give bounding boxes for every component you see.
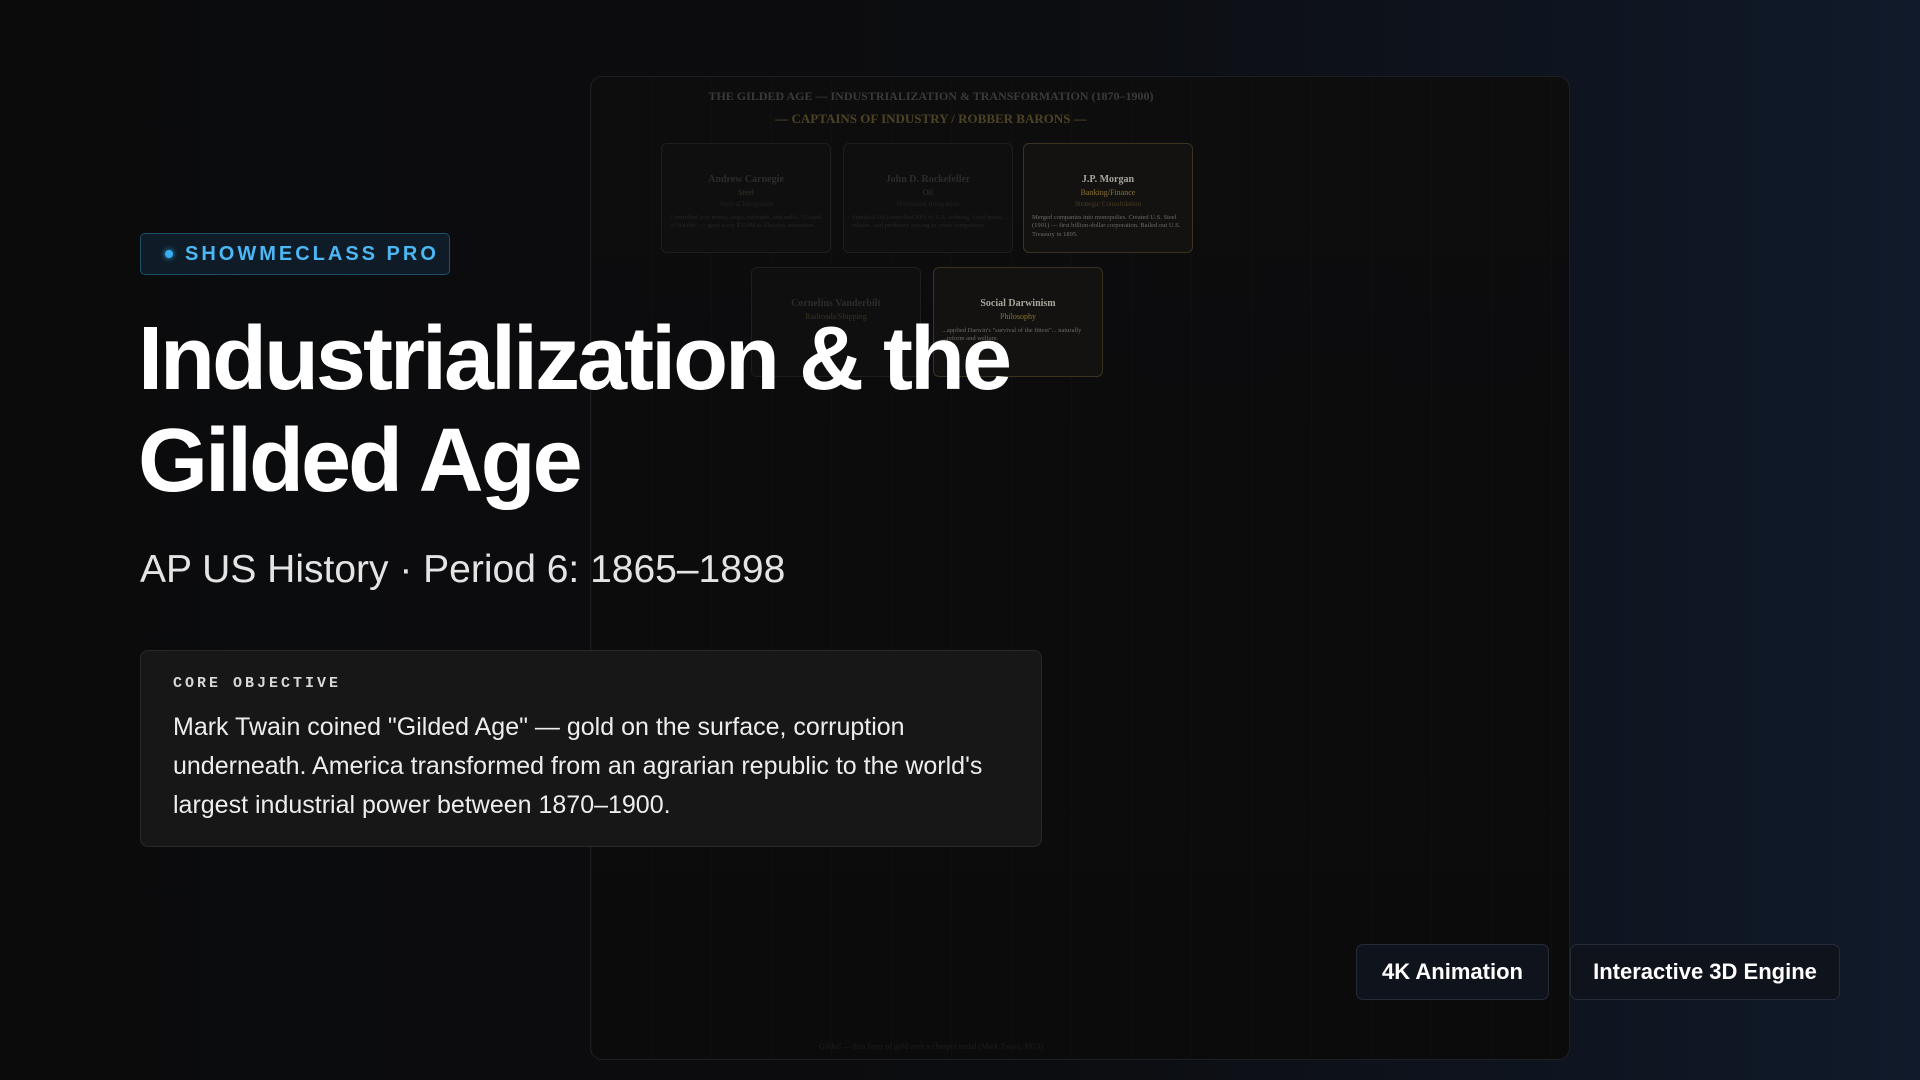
card-morgan: J.P. Morgan Banking/Finance Strategic Co…	[1023, 143, 1193, 253]
card-industry: Oil	[922, 188, 934, 197]
card-strategy: Horizontal Integration	[896, 200, 960, 208]
page-title: Industrialization & the Gilded Age	[138, 308, 1058, 512]
slide-subheading: — CAPTAINS OF INDUSTRY / ROBBER BARONS —	[775, 111, 1087, 126]
card-rockefeller: John D. Rockefeller Oil Horizontal Integ…	[843, 143, 1013, 253]
objective-label: CORE OBJECTIVE	[173, 675, 342, 692]
title-line-2: Gilded Age	[138, 411, 583, 511]
brand-badge-label: SHOWMECLASS PRO	[185, 242, 439, 265]
slide-heading: THE GILDED AGE — INDUSTRIALIZATION & TRA…	[708, 89, 1154, 103]
card-description: Standard Oil controlled 90% of U.S. refi…	[852, 214, 1003, 230]
slide-footer: Gilded — thin layer of gold over a cheap…	[819, 1042, 1043, 1051]
brand-badge: SHOWMECLASS PRO	[140, 233, 450, 275]
card-strategy: Vertical Integration	[718, 200, 774, 208]
card-industry: Banking/Finance	[1080, 188, 1136, 197]
card-name: John D. Rockefeller	[885, 174, 971, 185]
card-carnegie: Andrew Carnegie Steel Vertical Integrati…	[661, 143, 831, 253]
4k-animation-button[interactable]: 4K Animation	[1356, 944, 1549, 1000]
title-line-1: Industrialization & the	[138, 309, 1012, 409]
course-subtitle: AP US History · Period 6: 1865–1898	[140, 548, 786, 591]
core-objective-panel: CORE OBJECTIVE Mark Twain coined "Gilded…	[140, 650, 1042, 847]
card-strategy: Strategic Consolidation	[1075, 200, 1141, 208]
card-name: Andrew Carnegie	[708, 174, 784, 185]
card-description: Controlled iron mines, ships, railroads,…	[670, 214, 822, 230]
card-description: Merged companies into monopolies. Create…	[1032, 214, 1181, 238]
objective-text: Mark Twain coined "Gilded Age" — gold on…	[173, 713, 983, 819]
card-name: J.P. Morgan	[1081, 174, 1135, 185]
status-dot-icon	[165, 250, 173, 258]
interactive-3d-engine-button[interactable]: Interactive 3D Engine	[1570, 944, 1840, 1000]
card-industry: Steel	[738, 188, 754, 197]
